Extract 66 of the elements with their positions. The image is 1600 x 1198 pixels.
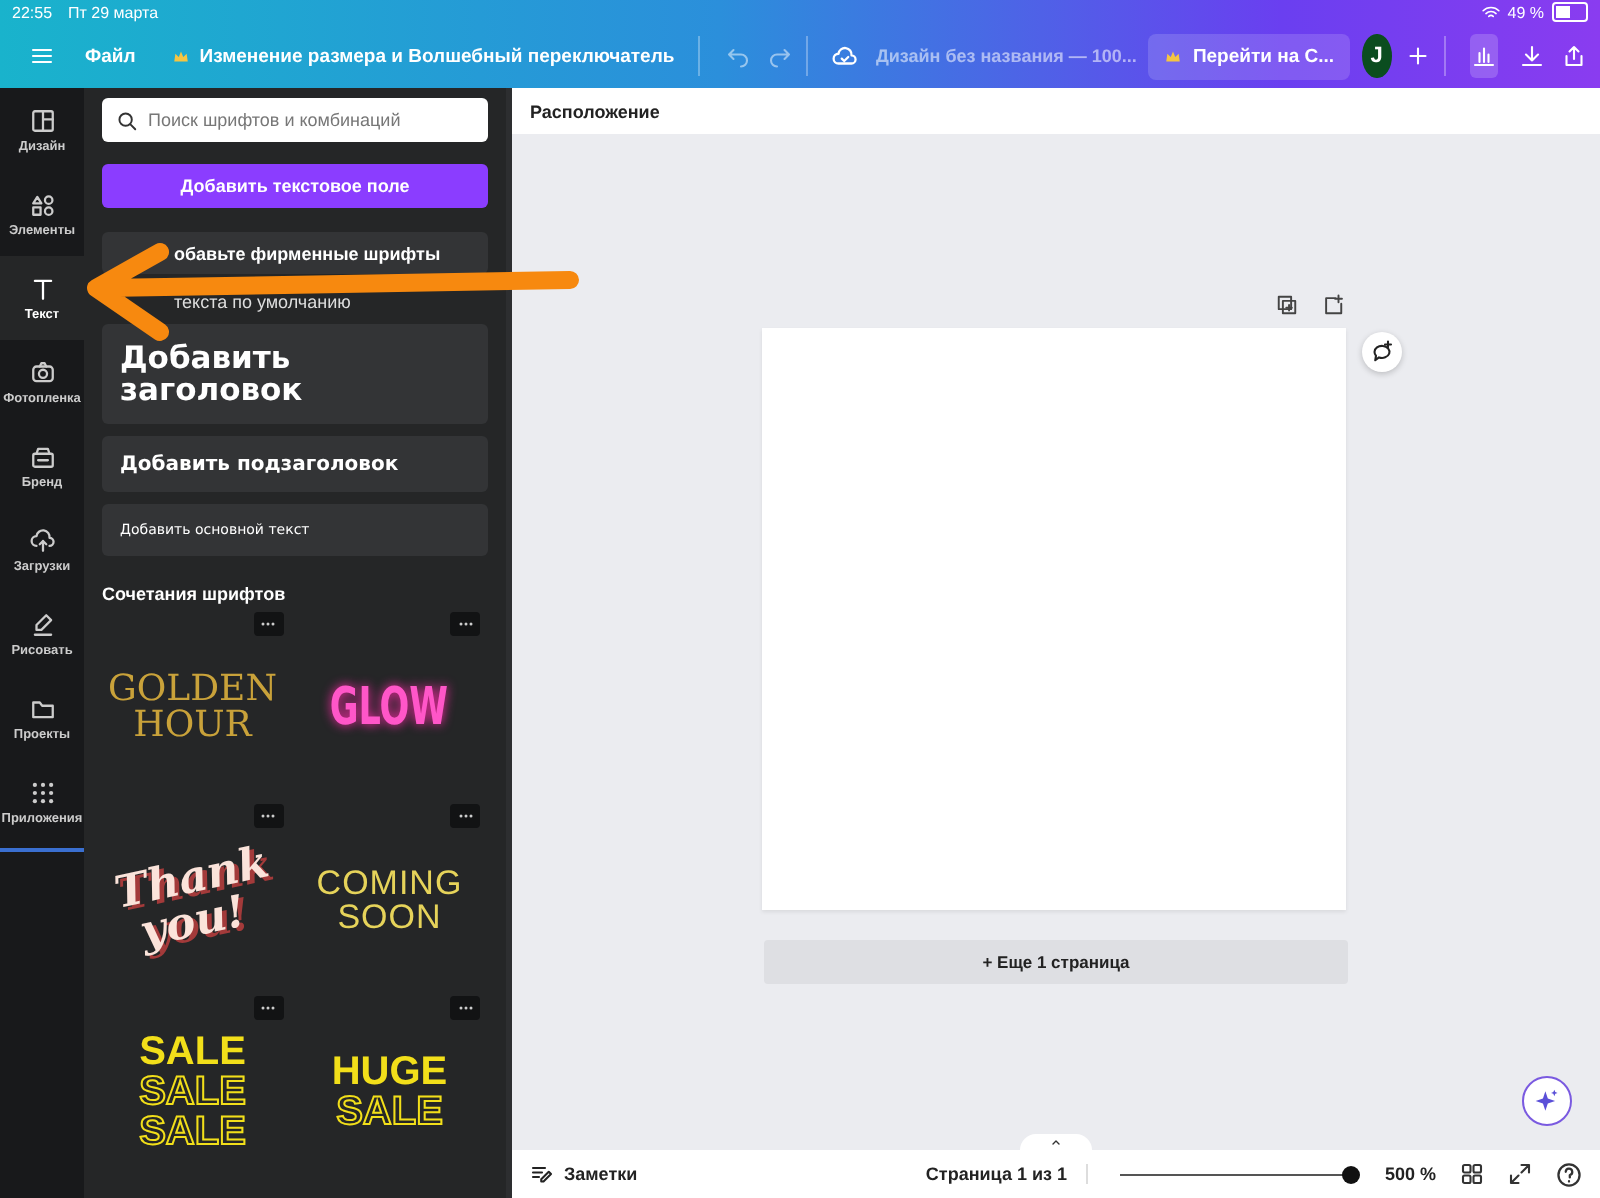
wifi-icon bbox=[1481, 3, 1500, 21]
status-date: Пт 29 марта bbox=[68, 3, 159, 21]
camera-icon bbox=[29, 359, 55, 385]
font-combo-tile[interactable]: GOLDEN HOUR bbox=[94, 611, 291, 804]
more-icon[interactable] bbox=[450, 803, 480, 828]
more-icon[interactable] bbox=[253, 611, 283, 636]
font-combo-tile[interactable]: Thank you! bbox=[94, 803, 291, 996]
brand-fonts-button[interactable]: обавьте фирменные шрифты bbox=[102, 232, 488, 275]
upgrade-button[interactable]: Перейти на С... bbox=[1148, 33, 1351, 79]
grid-view-icon[interactable] bbox=[1460, 1162, 1484, 1186]
add-page-button[interactable]: + Еще 1 страница bbox=[764, 940, 1348, 984]
sparkle-drawing bbox=[1534, 1088, 1560, 1114]
duplicate-icon bbox=[1276, 294, 1298, 316]
upload-icon bbox=[29, 527, 55, 553]
chart-icon[interactable] bbox=[1469, 34, 1499, 78]
undo-arrow bbox=[726, 44, 751, 68]
more-icon[interactable] bbox=[450, 995, 480, 1020]
user-avatar[interactable]: J bbox=[1362, 34, 1392, 78]
zoom-slider[interactable] bbox=[1120, 1165, 1361, 1183]
text-style-card[interactable]: Добавить подзаголовок bbox=[102, 436, 488, 493]
layout-icon bbox=[29, 107, 55, 133]
apps-icon bbox=[29, 779, 55, 805]
font-combo-tile[interactable]: SALE SALE SALE bbox=[94, 995, 291, 1188]
redo-arrow bbox=[767, 44, 792, 68]
status-time: 22:55 bbox=[12, 3, 53, 21]
zoom-thumb[interactable] bbox=[1342, 1165, 1361, 1183]
more-icon[interactable] bbox=[450, 611, 480, 636]
text-style-card[interactable]: Добавить заголовок bbox=[102, 324, 488, 425]
font-combo-tile[interactable]: GLOW bbox=[291, 611, 488, 804]
zoom-reading: 500 % bbox=[1384, 1164, 1436, 1184]
more-icon[interactable] bbox=[253, 995, 283, 1020]
font-combo-tile[interactable]: HUGE SALE bbox=[291, 995, 488, 1188]
crown-icon bbox=[1164, 47, 1183, 65]
section-title: Сочетания шрифтов bbox=[102, 583, 288, 604]
more-icon[interactable] bbox=[253, 803, 283, 828]
section-label: текста по умолчанию bbox=[172, 292, 353, 313]
position-header[interactable]: Расположение bbox=[512, 88, 1600, 134]
plus-drawing bbox=[1405, 44, 1430, 68]
menu-lines bbox=[30, 44, 55, 68]
grid-drawing bbox=[1460, 1162, 1484, 1186]
fullscreen-icon[interactable] bbox=[1508, 1162, 1532, 1186]
battery-icon bbox=[1552, 2, 1588, 22]
page-indicator: Страница 1 из 1 bbox=[925, 1164, 1089, 1184]
shapes-icon bbox=[29, 191, 55, 217]
download-arrow bbox=[1520, 44, 1545, 68]
notes-button[interactable]: Заметки bbox=[530, 1162, 638, 1186]
cloud-drawing bbox=[832, 43, 859, 69]
pen-icon bbox=[29, 611, 55, 637]
add-text-button[interactable]: Добавить текстовое поле bbox=[102, 164, 488, 209]
text-icon bbox=[29, 275, 55, 301]
notes-icon bbox=[530, 1162, 554, 1186]
search-field[interactable]: Поиск шрифтов и комбинаций bbox=[102, 98, 488, 142]
share-arrow bbox=[1561, 44, 1586, 68]
question-drawing bbox=[1556, 1161, 1582, 1187]
bars-drawing bbox=[1471, 44, 1496, 68]
crown-icon bbox=[171, 47, 190, 65]
battery-percent: 49 % bbox=[1507, 3, 1544, 21]
help-icon[interactable] bbox=[1556, 1161, 1582, 1187]
add-page-icon bbox=[1322, 294, 1344, 316]
expand-drawing bbox=[1508, 1162, 1532, 1186]
sparkle-icon[interactable] bbox=[1522, 1076, 1572, 1126]
comment-icon[interactable] bbox=[1362, 332, 1402, 372]
speech-bubble bbox=[1370, 340, 1394, 364]
folder-icon bbox=[29, 695, 55, 721]
font-combo-tile[interactable]: COMING SOON bbox=[291, 803, 488, 996]
briefcase-icon bbox=[29, 443, 55, 469]
